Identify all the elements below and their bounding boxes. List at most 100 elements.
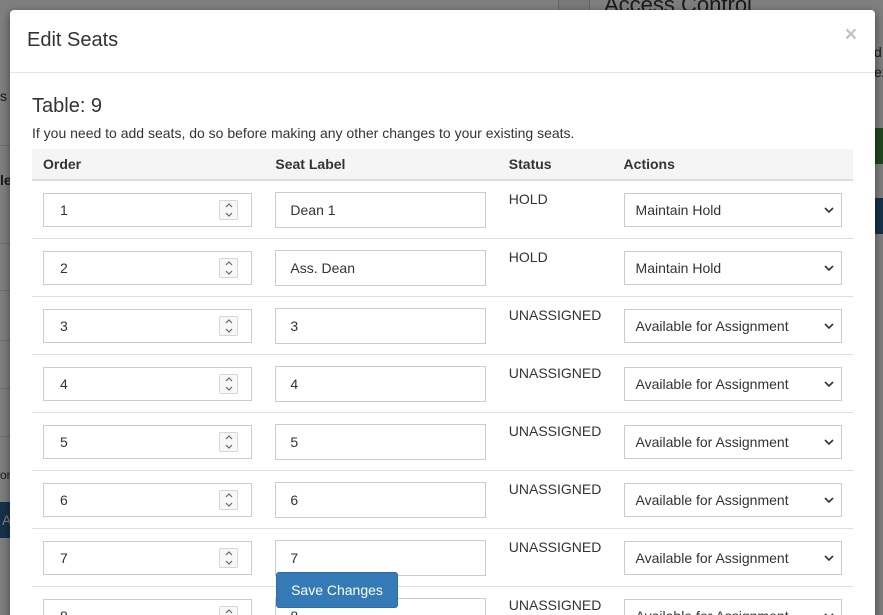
column-header-order: Order (32, 149, 265, 181)
status-cell: UNASSIGNED (497, 412, 613, 471)
order-spinner[interactable] (219, 605, 238, 615)
order-input[interactable]: 1 (43, 192, 252, 227)
column-header-seat-label: Seat Label (264, 149, 498, 181)
order-cell: 3 (32, 296, 265, 355)
table-row: 6 6 UNASSIGNED Available for Assignment (32, 470, 853, 529)
status-cell: UNASSIGNED (497, 470, 613, 529)
seat-label-value: 4 (290, 375, 299, 392)
action-select[interactable]: Available for Assignment (623, 424, 842, 459)
order-input[interactable]: 2 (43, 250, 252, 285)
order-cell: 6 (32, 470, 265, 529)
order-spinner[interactable] (219, 257, 238, 278)
actions-cell: Available for Assignment (612, 412, 853, 471)
seats-table: Order Seat Label Status Actions 1 Dean 1… (32, 149, 853, 615)
order-spinner[interactable] (219, 315, 238, 336)
chevron-up-icon[interactable] (220, 259, 237, 268)
chevron-up-icon[interactable] (220, 607, 237, 615)
chevron-up-icon[interactable] (220, 433, 237, 442)
status-cell: UNASSIGNED (497, 528, 613, 587)
column-header-status: Status (497, 149, 613, 181)
chevron-up-icon[interactable] (220, 201, 237, 210)
order-input[interactable]: 7 (43, 540, 252, 575)
save-changes-button[interactable]: Save Changes (276, 572, 398, 608)
action-select[interactable]: Available for Assignment (623, 308, 842, 343)
chevron-down-icon (823, 436, 835, 448)
table-row: 4 4 UNASSIGNED Available for Assignment (32, 354, 853, 413)
seat-label-input[interactable]: Dean 1 (275, 191, 487, 228)
column-header-actions: Actions (612, 149, 853, 181)
seat-label-cell: 5 (264, 412, 498, 471)
table-row: 5 5 UNASSIGNED Available for Assignment (32, 412, 853, 471)
action-select[interactable]: Available for Assignment (623, 366, 842, 401)
seat-label-input[interactable]: 4 (275, 365, 487, 402)
seat-label-input[interactable]: 7 (275, 539, 487, 576)
chevron-up-icon[interactable] (220, 375, 237, 384)
chevron-up-icon[interactable] (220, 317, 237, 326)
action-select-value: Available for Assignment (635, 375, 789, 392)
order-input[interactable]: 3 (43, 308, 252, 343)
order-cell: 8 (32, 586, 265, 615)
modal-title: Edit Seats (27, 29, 119, 51)
actions-cell: Available for Assignment (612, 528, 853, 587)
chevron-down-icon[interactable] (220, 210, 237, 219)
order-input[interactable]: 6 (43, 482, 252, 517)
order-spinner[interactable] (219, 199, 238, 220)
chevron-down-icon[interactable] (220, 558, 237, 567)
order-input[interactable]: 5 (43, 424, 252, 459)
order-spinner[interactable] (219, 547, 238, 568)
status-cell: UNASSIGNED (497, 586, 613, 615)
action-select[interactable]: Available for Assignment (623, 540, 842, 575)
order-input[interactable]: 8 (43, 598, 252, 615)
action-select[interactable]: Available for Assignment (623, 598, 842, 615)
action-select[interactable]: Maintain Hold (623, 192, 842, 227)
edit-seats-modal: Edit Seats × Table: 9 If you need to add… (10, 10, 875, 615)
chevron-up-icon[interactable] (220, 549, 237, 558)
action-select-value: Available for Assignment (635, 491, 789, 508)
seat-label-input[interactable]: Ass. Dean (275, 249, 487, 286)
order-cell: 5 (32, 412, 265, 471)
chevron-down-icon[interactable] (220, 268, 237, 277)
chevron-down-icon (823, 610, 835, 615)
seat-label-value: Ass. Dean (290, 259, 355, 276)
order-cell: 4 (32, 354, 265, 413)
order-spinner[interactable] (219, 373, 238, 394)
chevron-up-icon[interactable] (220, 491, 237, 500)
seat-label-value: 5 (290, 433, 299, 450)
actions-cell: Available for Assignment (612, 470, 853, 529)
status-cell: UNASSIGNED (497, 354, 613, 413)
actions-cell: Maintain Hold (612, 180, 853, 239)
table-row: 8 8 UNASSIGNED Available for Assignment (32, 586, 853, 615)
order-spinner[interactable] (219, 431, 238, 452)
table-row: 7 7 UNASSIGNED Available for Assignment (32, 528, 853, 587)
close-icon[interactable]: × (845, 24, 857, 45)
modal-header: Edit Seats × (10, 10, 875, 73)
actions-cell: Available for Assignment (612, 354, 853, 413)
action-select-value: Available for Assignment (635, 433, 789, 450)
seat-label-input[interactable]: 6 (275, 481, 487, 518)
chevron-down-icon (823, 204, 835, 216)
action-select-value: Available for Assignment (635, 317, 789, 334)
table-title: Table: 9 (32, 95, 103, 117)
order-cell: 7 (32, 528, 265, 587)
chevron-down-icon (823, 262, 835, 274)
action-select-value: Maintain Hold (635, 259, 722, 276)
action-select-value: Maintain Hold (635, 201, 722, 218)
action-select[interactable]: Available for Assignment (623, 482, 842, 517)
status-cell: UNASSIGNED (497, 296, 613, 355)
chevron-down-icon[interactable] (220, 326, 237, 335)
action-select-value: Available for Assignment (636, 608, 789, 615)
chevron-down-icon[interactable] (220, 384, 237, 393)
seat-label-input[interactable]: 5 (275, 423, 487, 460)
chevron-down-icon (823, 494, 835, 506)
order-cell: 1 (32, 180, 265, 239)
action-select[interactable]: Maintain Hold (623, 250, 842, 285)
help-text: If you need to add seats, do so before m… (32, 125, 575, 141)
chevron-down-icon[interactable] (220, 500, 237, 509)
order-spinner[interactable] (219, 489, 238, 510)
seat-label-value: 6 (290, 491, 299, 508)
seat-label-cell: Dean 1 (264, 180, 498, 239)
chevron-down-icon[interactable] (220, 442, 237, 451)
order-input[interactable]: 4 (43, 366, 252, 401)
seat-label-input[interactable]: 3 (275, 307, 487, 344)
seat-label-value: 8 (290, 608, 298, 615)
